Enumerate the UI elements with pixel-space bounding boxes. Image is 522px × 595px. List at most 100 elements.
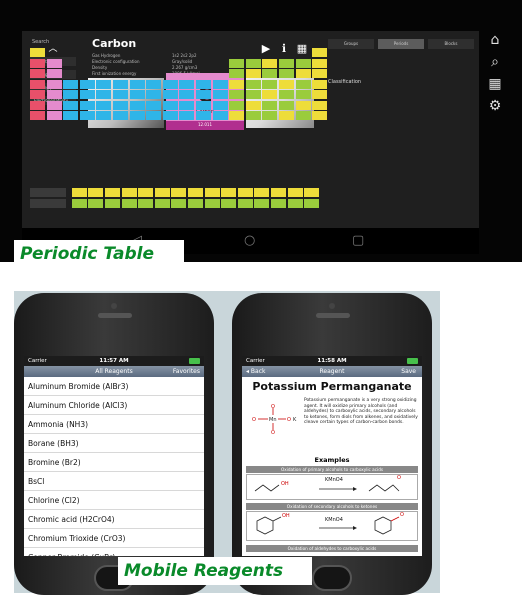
reagent-list-item[interactable]: Chromic acid (H2CrO4) <box>24 510 204 529</box>
element-cell[interactable] <box>30 69 45 78</box>
element-cell[interactable] <box>295 69 311 78</box>
element-cell[interactable] <box>30 90 45 99</box>
element-cell[interactable] <box>113 79 128 89</box>
element-cell[interactable] <box>237 188 253 197</box>
home-circle-icon[interactable]: ○ <box>244 234 255 248</box>
element-cell[interactable] <box>279 90 294 99</box>
element-cell[interactable] <box>245 90 261 99</box>
element-cell[interactable] <box>279 79 294 89</box>
element-cell[interactable] <box>179 100 195 110</box>
reagent-list-item[interactable]: Aluminum Chloride (AlCl3) <box>24 396 204 415</box>
element-cell[interactable] <box>262 58 278 68</box>
grid-icon[interactable]: ▦ <box>486 75 504 93</box>
element-cell[interactable] <box>79 100 95 110</box>
element-cell[interactable] <box>138 198 154 208</box>
element-cell[interactable] <box>146 100 162 110</box>
reagent-list-item[interactable]: Bromine (Br2) <box>24 453 204 472</box>
element-cell[interactable] <box>179 90 195 99</box>
element-cell[interactable] <box>287 198 303 208</box>
element-cell[interactable] <box>129 100 145 110</box>
element-cell[interactable] <box>229 100 245 110</box>
element-cell[interactable] <box>245 100 261 110</box>
element-cell[interactable] <box>63 100 79 110</box>
element-cell[interactable] <box>88 188 104 197</box>
element-cell[interactable] <box>46 111 62 120</box>
element-cell[interactable] <box>171 188 187 197</box>
element-cell[interactable] <box>146 111 162 120</box>
element-cell[interactable] <box>96 111 112 120</box>
element-cell[interactable] <box>162 79 178 89</box>
element-cell[interactable] <box>245 111 261 120</box>
element-cell[interactable] <box>46 69 62 78</box>
element-cell[interactable] <box>254 198 270 208</box>
element-cell[interactable] <box>63 90 79 99</box>
element-cell[interactable] <box>179 111 195 120</box>
element-cell[interactable] <box>295 58 311 68</box>
element-cell[interactable] <box>196 111 211 120</box>
element-cell[interactable] <box>229 111 245 120</box>
element-cell[interactable] <box>162 90 178 99</box>
element-cell[interactable] <box>229 69 245 78</box>
element-cell[interactable] <box>105 198 120 208</box>
element-cell[interactable] <box>121 198 137 208</box>
element-cell[interactable] <box>146 90 162 99</box>
element-cell[interactable] <box>121 188 137 197</box>
element-cell[interactable] <box>212 90 228 99</box>
element-cell[interactable] <box>129 79 145 89</box>
element-cell[interactable] <box>312 111 328 120</box>
element-cell[interactable] <box>71 188 87 197</box>
element-cell[interactable] <box>105 188 120 197</box>
element-cell[interactable] <box>262 100 278 110</box>
element-cell[interactable] <box>229 58 245 68</box>
element-cell[interactable] <box>262 90 278 99</box>
element-cell[interactable] <box>113 100 128 110</box>
element-cell[interactable] <box>79 79 95 89</box>
element-cell[interactable] <box>96 100 112 110</box>
element-cell[interactable] <box>162 111 178 120</box>
element-cell[interactable] <box>63 111 79 120</box>
element-cell[interactable] <box>30 79 45 89</box>
element-cell[interactable] <box>312 58 328 68</box>
element-cell[interactable] <box>79 111 95 120</box>
element-cell[interactable] <box>212 79 228 89</box>
favorites-button[interactable]: Favorites <box>173 366 200 377</box>
element-cell[interactable] <box>295 111 311 120</box>
reagent-list-item[interactable]: Aluminum Bromide (AlBr3) <box>24 377 204 396</box>
element-cell[interactable] <box>221 198 237 208</box>
search-icon[interactable]: ⌕ <box>486 53 504 71</box>
element-cell[interactable] <box>196 100 211 110</box>
home-icon[interactable]: ⌂ <box>486 31 504 49</box>
element-cell[interactable] <box>204 198 220 208</box>
element-cell[interactable] <box>30 111 45 120</box>
element-cell[interactable] <box>146 79 162 89</box>
element-cell[interactable] <box>88 198 104 208</box>
element-cell[interactable] <box>245 79 261 89</box>
element-cell[interactable] <box>30 48 45 57</box>
element-cell[interactable] <box>237 198 253 208</box>
element-cell[interactable] <box>271 198 286 208</box>
element-cell[interactable] <box>46 100 62 110</box>
element-cell[interactable] <box>229 90 245 99</box>
element-cell[interactable] <box>262 111 278 120</box>
reagent-list-item[interactable]: Chlorine (Cl2) <box>24 491 204 510</box>
element-cell[interactable] <box>30 100 45 110</box>
reagent-list-item[interactable]: Copper Bromide (CuBr) <box>24 548 204 556</box>
element-cell[interactable] <box>188 198 203 208</box>
element-cell[interactable] <box>312 69 328 78</box>
element-cell[interactable] <box>196 90 211 99</box>
reagent-list-item[interactable]: BsCl <box>24 472 204 491</box>
element-cell[interactable] <box>287 188 303 197</box>
recents-icon[interactable]: ▢ <box>352 234 364 248</box>
element-cell[interactable] <box>262 79 278 89</box>
element-cell[interactable] <box>312 79 328 89</box>
element-cell[interactable] <box>154 188 170 197</box>
element-cell[interactable] <box>254 188 270 197</box>
element-cell[interactable] <box>63 79 79 89</box>
reagent-list-item[interactable]: Chromium Trioxide (CrO3) <box>24 529 204 548</box>
element-cell[interactable] <box>279 100 294 110</box>
save-button[interactable]: Save <box>401 366 416 377</box>
element-cell[interactable] <box>171 198 187 208</box>
element-cell[interactable] <box>295 100 311 110</box>
element-cell[interactable] <box>46 90 62 99</box>
element-cell[interactable] <box>71 198 87 208</box>
